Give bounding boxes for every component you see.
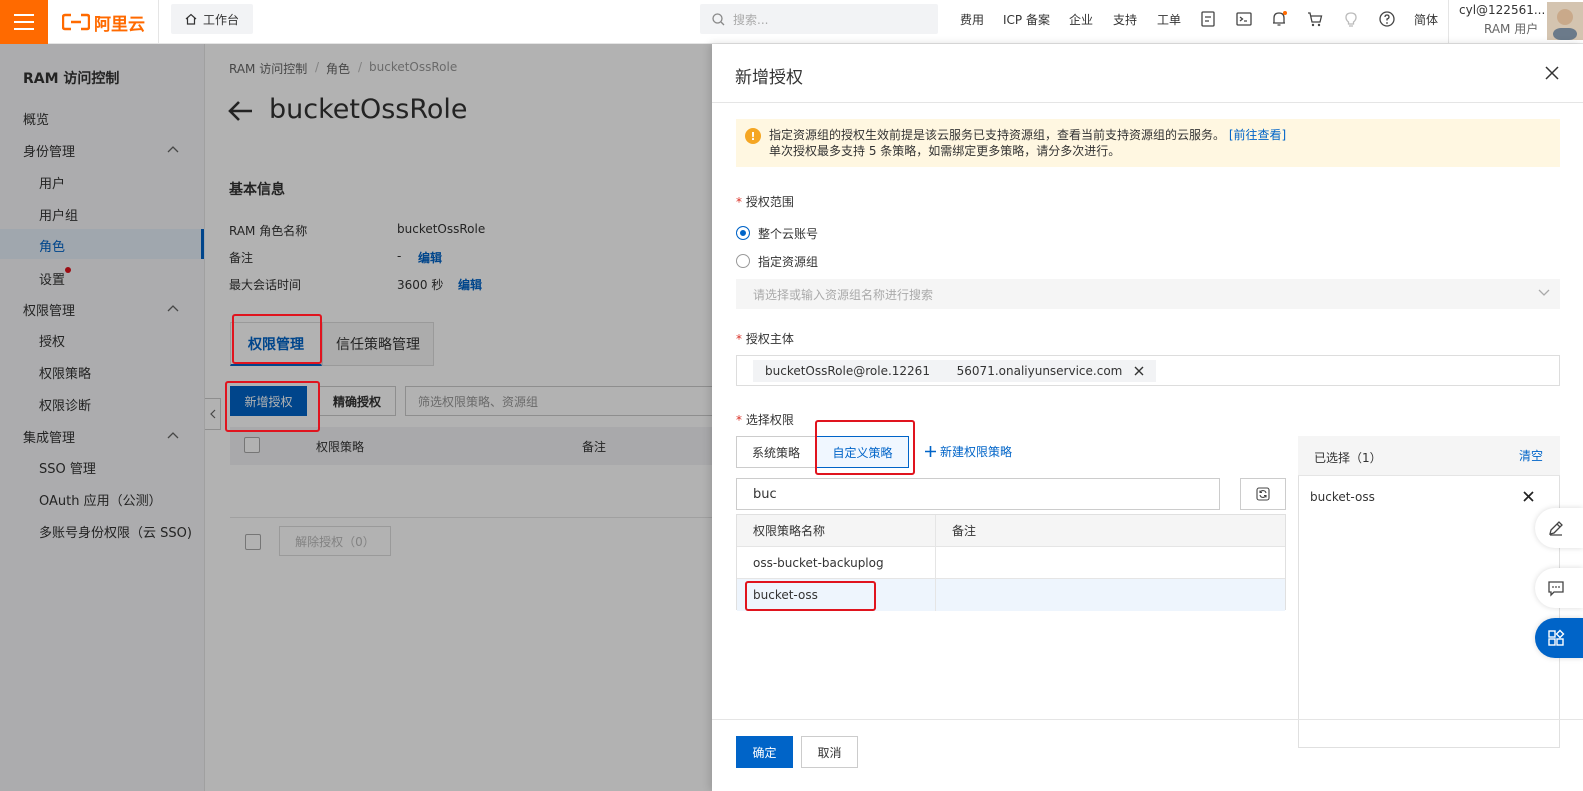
aliyun-logo-icon <box>62 13 90 31</box>
scope-rg-label[interactable]: 指定资源组 <box>758 253 818 270</box>
workbench-label: 工作台 <box>202 12 239 27</box>
nav-billing[interactable]: 费用 <box>960 11 984 28</box>
principal-tag: bucketOssRole@role.12261 56071.onaliyuns… <box>753 360 1157 382</box>
drawer-title: 新增授权 <box>735 68 803 88</box>
divider <box>712 102 1583 103</box>
menu-button[interactable] <box>0 0 48 44</box>
new-policy-label: 新建权限策略 <box>940 445 1013 459</box>
column-header-note: 备注 <box>952 524 977 538</box>
new-policy-link[interactable]: 新建权限策略 <box>925 443 1012 460</box>
table-header: 权限策略名称 备注 <box>737 515 1285 547</box>
selected-item: bucket-oss <box>1310 490 1375 504</box>
policy-search-input[interactable]: buc <box>736 478 1220 510</box>
warning-icon: ! <box>745 128 761 144</box>
chat-icon <box>1548 581 1564 597</box>
scope-label: 授权范围 <box>736 193 794 210</box>
principal-value: bucketOssRole@role.12261 56071.onaliyuns… <box>765 364 1123 378</box>
scope-all-label[interactable]: 整个云账号 <box>758 225 818 242</box>
modal-overlay[interactable] <box>0 44 712 791</box>
filing-icon[interactable] <box>1199 10 1217 28</box>
close-icon[interactable] <box>1545 66 1559 80</box>
notice-line2: 单次授权最多支持 5 条策略，如需绑定更多策略，请分多次进行。 <box>769 144 1121 158</box>
policy-name-cell: oss-bucket-backuplog <box>737 547 936 578</box>
cancel-button[interactable]: 取消 <box>801 736 858 768</box>
workbench-button[interactable]: 工作台 <box>171 4 253 34</box>
divider <box>1448 0 1449 44</box>
terminal-icon[interactable] <box>1235 10 1253 28</box>
search-icon <box>712 12 725 25</box>
nav-enterprise[interactable]: 企业 <box>1069 11 1093 28</box>
user-name[interactable]: cyl@122561... <box>1459 3 1545 17</box>
refresh-icon <box>1256 487 1270 501</box>
nav-ticket[interactable]: 工单 <box>1157 11 1181 28</box>
avatar-icon <box>1547 2 1583 40</box>
nav-support[interactable]: 支持 <box>1113 11 1137 28</box>
float-feedback-button[interactable] <box>1535 568 1583 608</box>
selected-policies-panel <box>1298 436 1560 748</box>
notice-link[interactable]: [前往查看] <box>1229 128 1286 142</box>
remove-icon[interactable] <box>1523 491 1534 502</box>
table-row[interactable]: oss-bucket-backuplog <box>737 547 1285 579</box>
bell-icon[interactable] <box>1270 10 1288 28</box>
avatar[interactable] <box>1547 2 1583 40</box>
float-apps-button[interactable] <box>1535 618 1583 658</box>
home-icon <box>185 13 197 25</box>
tab-system-policy[interactable]: 系统策略 <box>736 436 816 468</box>
hamburger-icon <box>14 14 34 30</box>
clear-button[interactable]: 清空 <box>1519 447 1543 464</box>
scope-rg-radio[interactable] <box>736 254 750 268</box>
policy-table: 权限策略名称 备注 oss-bucket-backuplog bucket-os… <box>736 514 1286 611</box>
chevron-down-icon <box>1538 289 1550 296</box>
lightbulb-icon[interactable] <box>1342 10 1360 28</box>
close-icon[interactable] <box>1134 366 1144 376</box>
help-icon[interactable] <box>1378 10 1396 28</box>
column-header-policy-name: 权限策略名称 <box>737 515 936 546</box>
global-search-input[interactable]: 搜索... <box>700 4 938 34</box>
user-role: RAM 用户 <box>1484 22 1539 36</box>
selected-title: 已选择（1） <box>1314 451 1382 465</box>
scope-all-radio[interactable] <box>736 226 750 240</box>
logo-text: 阿里云 <box>94 14 145 35</box>
permission-label: 选择权限 <box>736 411 794 428</box>
refresh-button[interactable] <box>1240 478 1286 510</box>
cart-icon[interactable] <box>1306 10 1324 28</box>
float-edit-button[interactable] <box>1535 508 1583 548</box>
apps-icon <box>1548 629 1565 646</box>
search-placeholder: 搜索... <box>733 12 769 27</box>
aliyun-logo[interactable]: 阿里云 <box>62 10 145 35</box>
table-row[interactable]: bucket-oss <box>737 579 1285 611</box>
tab-custom-policy[interactable]: 自定义策略 <box>816 436 909 468</box>
divider <box>158 0 159 44</box>
notice-line1: 指定资源组的授权生效前提是该云服务已支持资源组，查看当前支持资源组的云服务。 <box>769 128 1226 142</box>
nav-icp[interactable]: ICP 备案 <box>1003 11 1050 28</box>
principal-label: 授权主体 <box>736 330 794 347</box>
policy-name-cell: bucket-oss <box>737 579 936 611</box>
edit-icon <box>1549 521 1563 536</box>
plus-icon <box>925 446 936 457</box>
notice-banner: 指定资源组的授权生效前提是该云服务已支持资源组，查看当前支持资源组的云服务。 [… <box>736 119 1560 167</box>
confirm-button[interactable]: 确定 <box>736 736 793 768</box>
divider <box>712 719 1583 720</box>
resource-group-select[interactable]: 请选择或输入资源组名称进行搜索 <box>736 279 1560 309</box>
language-switch[interactable]: 简体 <box>1414 11 1438 28</box>
